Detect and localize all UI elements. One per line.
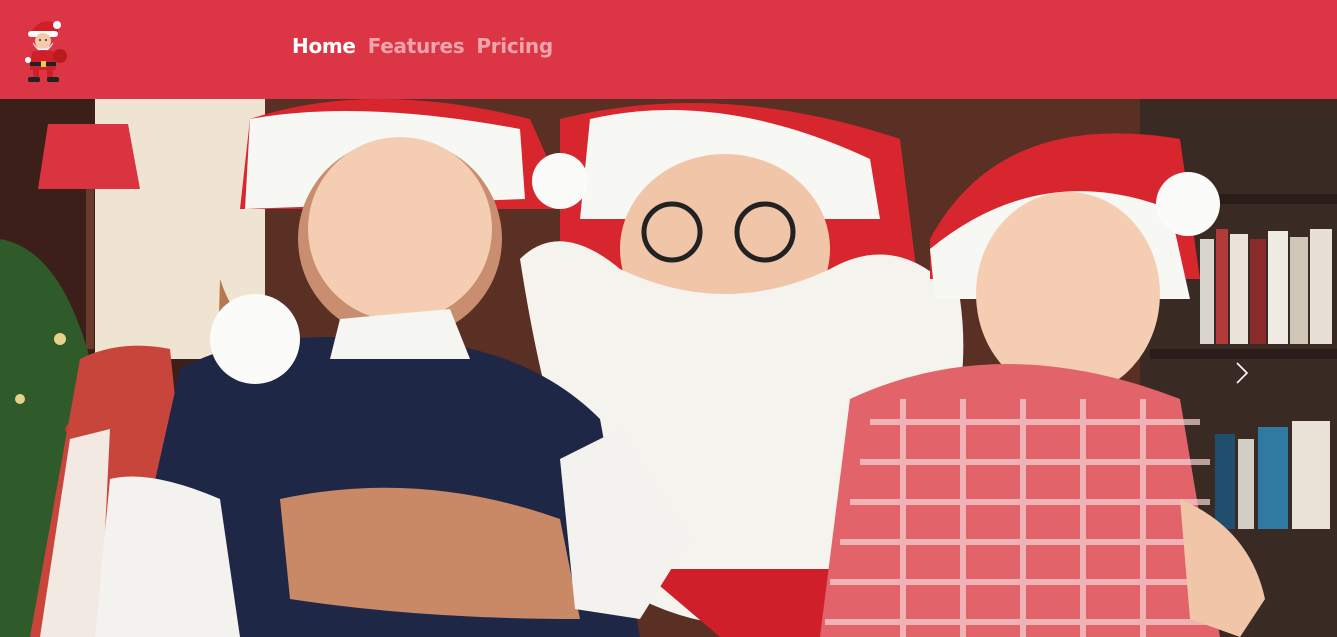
main-nav: Home Features Pricing [292,34,553,58]
brand-logo[interactable] [20,16,70,84]
nav-link-pricing[interactable]: Pricing [476,34,553,58]
navbar: Home Features Pricing [0,0,1337,99]
nav-link-features[interactable]: Features [368,34,465,58]
hero-carousel [0,99,1337,637]
chevron-right-icon [1236,362,1249,384]
santa-claus-icon [25,21,67,82]
nav-link-home[interactable]: Home [292,34,356,58]
carousel-next-button[interactable] [1137,99,1337,637]
